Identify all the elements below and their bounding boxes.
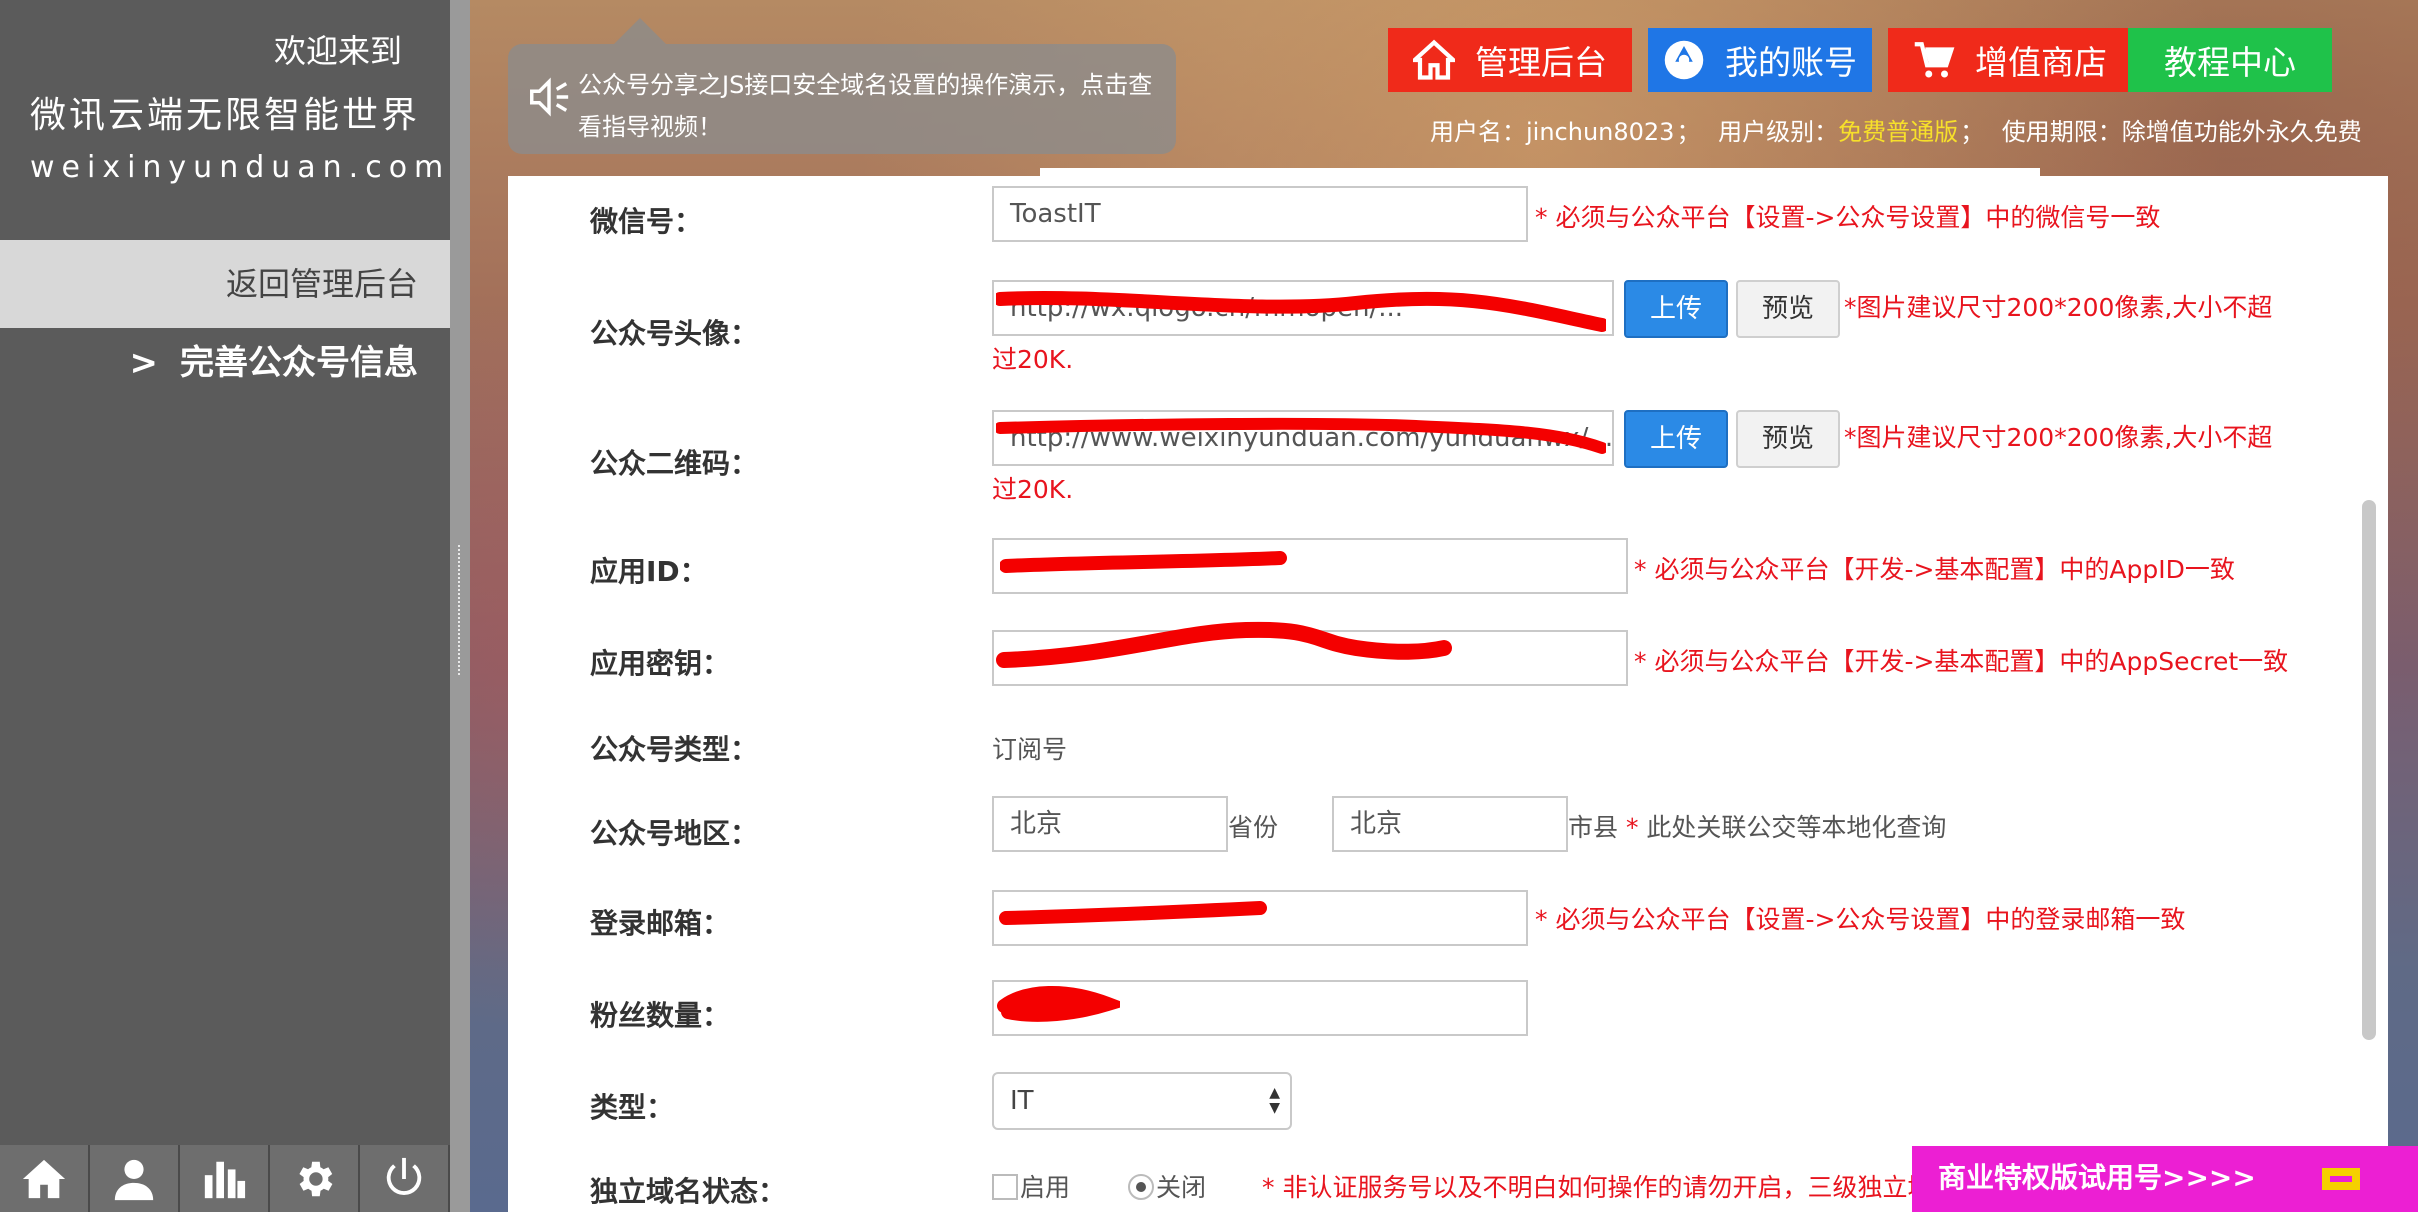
sidebar-bottom-toolbar [0,1145,450,1212]
user-info-bar: 用户名：jinchun8023； 用户级别：免费普通版； 使用期限：除增值功能外… [1430,112,2362,147]
app-secret-note: * 必须与公众平台【开发->基本配置】中的AppSecret一致 [1634,647,2289,676]
sidebar-resize-handle[interactable] [450,0,470,1212]
tutorial-button[interactable]: 教程中心 [2128,28,2332,92]
site-domain: weixinyunduan.com [30,150,451,185]
redaction-scribble [1000,551,1287,573]
category-select[interactable]: IT ▲ ▼ [992,1072,1292,1130]
avatar-note: *图片建议尺寸200*200像素,大小不超过20K. [992,293,2273,374]
power-icon [386,1157,422,1195]
back-to-admin-link[interactable]: 返回管理后台 [0,240,450,328]
category-label: 类型： [590,1091,675,1124]
gear-icon [299,1161,333,1196]
home-icon [22,1159,66,1198]
app-id-label: 应用ID： [590,555,708,588]
separator: ； [1960,118,1985,146]
avatar-label: 公众号头像： [590,317,759,350]
bubble-tip [614,18,666,44]
account-button-label: 我的账号 [1725,43,1857,82]
home-icon [1413,39,1455,80]
qrcode-label: 公众二维码： [590,447,759,480]
redaction-scribble [996,621,1452,668]
domain-status-note: * 非认证服务号以及不明白如何操作的请勿开启，三级独立域名 [1262,1173,1958,1202]
account-type-value: 订阅号 [992,735,1068,764]
shop-button-label: 增值商店 [1975,43,2107,82]
chevron-right-icon: > [129,343,159,383]
email-label: 登录邮箱： [590,907,731,940]
domain-enable-label: 启用 [1020,1173,1071,1202]
wechat-id-input[interactable]: ToastIT [992,186,1528,242]
home-button[interactable] [0,1145,90,1212]
province-input[interactable]: 北京 [992,796,1228,852]
separator: ； [1676,118,1701,146]
app-secret-label: 应用密钥： [590,647,731,680]
user-icon [114,1159,154,1200]
sidebar-item-label: 完善公众号信息 [180,343,418,383]
username-value: jinchun8023 [1526,118,1675,146]
select-arrows-icon: ▲ ▼ [1269,1085,1280,1116]
redaction-scribble [999,901,1267,925]
aperture-icon [1664,40,1704,80]
domain-status-label: 独立域名状态： [590,1175,787,1208]
term-value: 除增值功能外永久免费 [2121,118,2362,146]
user-level-value: 免费普通版 [1838,118,1959,146]
city-suffix-text: 市县 [1568,813,1619,842]
sidebar: 欢迎来到 微讯云端无限智能世界 weixinyunduan.com 返回管理后台… [0,0,450,1212]
city-suffix: 市县 * 此处关联公交等本地化查询 [1568,808,1946,844]
shop-button[interactable]: 增值商店 [1888,28,2132,92]
region-label: 公众号地区： [590,817,759,850]
announcement-text: 公众号分享之JS接口安全域名设置的操作演示，点击查看指导视频！ [578,71,1153,141]
admin-button[interactable]: 管理后台 [1388,28,1632,92]
site-title: 微讯云端无限智能世界 [30,95,421,136]
cart-icon [1914,42,1955,78]
stats-button[interactable] [180,1145,270,1212]
grip-dots [458,545,463,675]
panel-top-edge [1040,168,2040,176]
minimize-icon[interactable] [2322,1168,2360,1190]
sidebar-item-complete-account-info[interactable]: > 完善公众号信息 [130,335,419,384]
region-note: 此处关联公交等本地化查询 [1646,813,1947,842]
province-suffix: 省份 [1228,813,1279,842]
required-star: * [1625,813,1639,842]
category-selected-value: IT [1010,1086,1034,1116]
qrcode-note: *图片建议尺寸200*200像素,大小不超过20K. [992,423,2273,504]
term-label: 使用期限： [2001,118,2122,146]
speaker-icon [530,77,569,117]
settings-button[interactable] [270,1145,360,1212]
announcement-bubble[interactable]: 公众号分享之JS接口安全域名设置的操作演示，点击查看指导视频！ [508,18,1176,154]
redaction-scribble [997,985,1120,1022]
trial-account-banner[interactable]: 商业特权版试用号>>>> [1912,1146,2418,1212]
city-input[interactable]: 北京 [1332,796,1568,852]
admin-button-label: 管理后台 [1475,43,1607,82]
account-type-label: 公众号类型： [590,733,759,766]
domain-disable-option[interactable] [1128,1174,1154,1200]
user-button[interactable] [90,1145,180,1212]
welcome-text: 欢迎来到 [273,32,402,70]
domain-enable-option[interactable] [992,1174,1018,1200]
logout-button[interactable] [360,1145,450,1212]
fans-label: 粉丝数量： [590,999,731,1032]
username-label: 用户名： [1430,118,1526,146]
account-button[interactable]: 我的账号 [1648,28,1872,92]
app-id-note: * 必须与公众平台【开发->基本配置】中的AppID一致 [1634,555,2235,584]
scrollbar[interactable] [2362,500,2376,1040]
email-note: * 必须与公众平台【设置->公众号设置】中的登录邮箱一致 [1535,905,2186,934]
user-level-label: 用户级别： [1718,118,1839,146]
tutorial-button-label: 教程中心 [2164,43,2296,82]
bar-chart-icon [204,1161,246,1198]
radio-selected-dot [1136,1182,1146,1192]
wechat-id-note: * 必须与公众平台【设置->公众号设置】中的微信号一致 [1535,203,2161,232]
trial-banner-text: 商业特权版试用号>>>> [1938,1161,2256,1194]
wechat-id-label: 微信号： [590,205,703,238]
domain-disable-label: 关闭 [1156,1173,1207,1202]
